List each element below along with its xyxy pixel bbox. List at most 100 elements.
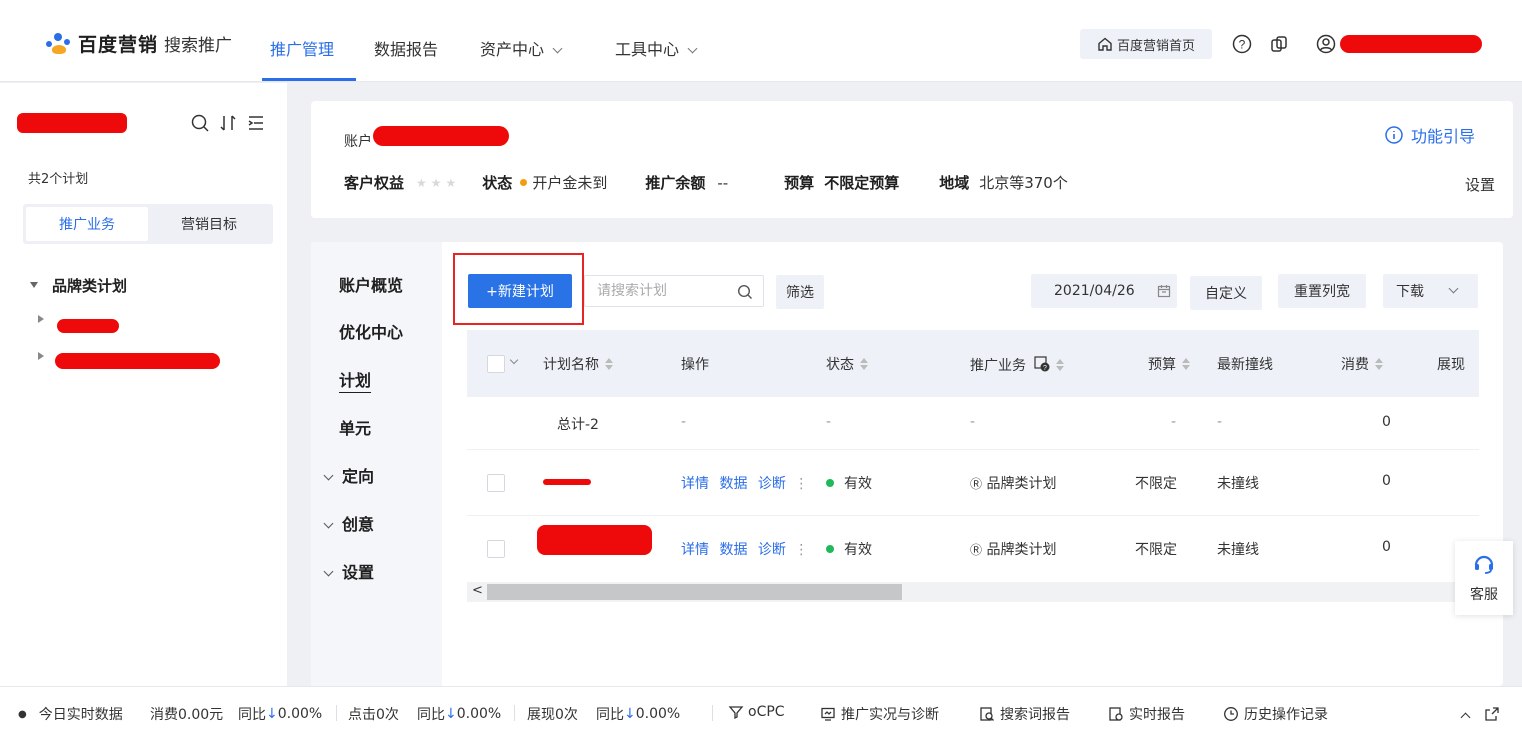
nav-asset-center[interactable]: 资产中心 <box>480 36 563 60</box>
copy-switch-icon[interactable] <box>1269 34 1289 54</box>
help-tooltip-icon[interactable]: ? <box>1034 356 1050 372</box>
horizontal-scrollbar[interactable]: < <box>467 582 1479 602</box>
search-icon[interactable] <box>737 284 753 300</box>
nav-account-overview[interactable]: 账户概览 <box>339 272 403 296</box>
nav-tool-center[interactable]: 工具中心 <box>615 36 698 60</box>
diagnose-link[interactable]: 诊断 <box>758 476 786 492</box>
clock-icon <box>1224 707 1238 721</box>
details-link[interactable]: 详情 <box>681 542 709 558</box>
impressions-yoy-label: 同比 <box>596 707 624 723</box>
more-actions-icon[interactable]: ⋮ <box>794 476 808 492</box>
report-icon <box>1109 707 1123 721</box>
chevron-down-icon[interactable] <box>509 355 519 365</box>
sort-icon <box>1182 358 1190 370</box>
more-actions-icon[interactable]: ⋮ <box>794 542 808 558</box>
nav-plans[interactable]: 计划 <box>339 367 371 391</box>
sort-icon <box>860 358 868 370</box>
tab-marketing-goal[interactable]: 营销目标 <box>148 207 270 241</box>
nav-creatives-label: 创意 <box>342 515 375 534</box>
redacted-plan-name[interactable] <box>543 479 591 485</box>
baidu-marketing-logo[interactable]: 百度营销 搜索推广 <box>46 30 232 57</box>
header-impressions[interactable]: 展现 <box>1437 354 1465 374</box>
customize-columns-button[interactable]: 自定义 <box>1190 276 1262 310</box>
header-cost[interactable]: 消费 <box>1341 354 1383 374</box>
scrollbar-thumb[interactable] <box>487 584 902 600</box>
marketing-home-label: 百度营销首页 <box>1116 38 1195 54</box>
nav-optimization-center[interactable]: 优化中心 <box>339 319 403 343</box>
download-dropdown[interactable]: 下载 <box>1383 274 1478 308</box>
header-business[interactable]: 推广业务 ? <box>970 354 1065 375</box>
nav-targeting[interactable]: 定向 <box>323 463 374 487</box>
region-value[interactable]: 北京等370个 <box>979 172 1068 193</box>
caret-right-icon[interactable] <box>38 315 44 323</box>
data-link[interactable]: 数据 <box>719 476 747 492</box>
caret-right-icon[interactable] <box>38 352 44 360</box>
row-business: Ⓡ 品牌类计划 <box>970 473 1056 493</box>
redacted-plan-name[interactable] <box>55 353 220 369</box>
filter-button[interactable]: 筛选 <box>776 275 824 309</box>
details-link[interactable]: 详情 <box>681 476 709 492</box>
popout-icon[interactable] <box>1484 706 1500 722</box>
nav-promotion-management[interactable]: 推广管理 <box>270 36 334 60</box>
header-plan-name[interactable]: 计划名称 <box>543 354 613 374</box>
realtime-data-text: 今日实时数据 <box>38 707 123 723</box>
redacted-plan-name[interactable] <box>537 525 652 555</box>
info-icon <box>1385 126 1403 144</box>
redacted-account-id <box>373 126 509 146</box>
plan-search-input[interactable]: 请搜索计划 <box>584 275 764 307</box>
row-checkbox[interactable] <box>487 474 505 492</box>
redacted-plan-name[interactable] <box>57 319 119 333</box>
data-link[interactable]: 数据 <box>719 542 747 558</box>
tab-promotion-business[interactable]: 推广业务 <box>26 207 148 241</box>
realtime-report-link[interactable]: 实时报告 <box>1108 704 1185 724</box>
nav-units[interactable]: 单元 <box>339 415 371 439</box>
status-value: 开户金未到 <box>532 174 608 192</box>
collapse-list-icon[interactable] <box>246 113 266 133</box>
nav-settings[interactable]: 设置 <box>323 559 374 583</box>
level-navigation: 账户概览 优化中心 计划 单元 定向 创意 设置 <box>311 242 442 686</box>
balance-label: 推广余额 <box>645 174 706 192</box>
diagnose-link[interactable]: 诊断 <box>758 542 786 558</box>
impressions-yoy: 同比 ↓ 0.00% <box>596 704 680 724</box>
impressions-metric: 展现0次 <box>527 707 578 723</box>
customer-service-button[interactable]: 客服 <box>1455 541 1513 615</box>
search-icon[interactable] <box>190 113 210 133</box>
feature-guide-label: 功能引导 <box>1410 127 1475 146</box>
scroll-left-icon[interactable]: < <box>472 583 483 598</box>
date-picker[interactable]: 2021/04/26 <box>1031 274 1177 308</box>
row-budget[interactable]: 不限定 <box>1135 473 1177 493</box>
tree-node-brand-plans[interactable]: 品牌类计划 <box>30 275 127 296</box>
marketing-home-button[interactable]: 百度营销首页 <box>1080 29 1212 59</box>
row-budget[interactable]: 不限定 <box>1135 539 1177 559</box>
budget-label: 预算 <box>784 174 815 192</box>
header-status[interactable]: 状态 <box>826 354 868 374</box>
header-budget[interactable]: 预算 <box>1148 354 1190 374</box>
row-cost: 0 <box>1382 473 1391 489</box>
nav-tool-center-label: 工具中心 <box>615 40 680 59</box>
sort-icon[interactable] <box>218 113 238 133</box>
reset-column-width-button[interactable]: 重置列宽 <box>1278 274 1366 308</box>
new-plan-button[interactable]: +新建计划 <box>468 274 572 308</box>
row-checkbox[interactable] <box>487 540 505 558</box>
user-icon[interactable] <box>1316 34 1336 54</box>
clicks-yoy: 同比 ↓ 0.00% <box>417 704 501 724</box>
account-settings-link[interactable]: 设置 <box>1465 174 1495 195</box>
help-icon[interactable]: ? <box>1232 34 1252 54</box>
ocpc-link[interactable]: oCPC <box>728 704 785 720</box>
chevron-down-icon <box>323 470 334 481</box>
budget-value[interactable]: 不限定预算 <box>824 172 899 193</box>
header-latest-cap: 最新撞线 <box>1217 357 1273 373</box>
business-type-icon: Ⓡ <box>970 543 983 557</box>
nav-data-report[interactable]: 数据报告 <box>374 36 438 60</box>
chevron-up-icon[interactable] <box>1460 712 1471 723</box>
nav-creatives[interactable]: 创意 <box>323 511 375 535</box>
history-link[interactable]: 历史操作记录 <box>1223 704 1328 724</box>
search-term-report-link[interactable]: 搜索词报告 <box>979 704 1070 724</box>
row-status-label: 有效 <box>844 476 872 492</box>
chevron-down-icon <box>323 518 334 529</box>
select-all-checkbox[interactable] <box>487 355 505 373</box>
feature-guide-link[interactable]: 功能引导 <box>1385 123 1475 147</box>
diagnosis-link[interactable]: 推广实况与诊断 <box>820 704 939 724</box>
row-business-label: 品牌类计划 <box>986 476 1057 492</box>
sort-icon <box>1375 358 1383 370</box>
